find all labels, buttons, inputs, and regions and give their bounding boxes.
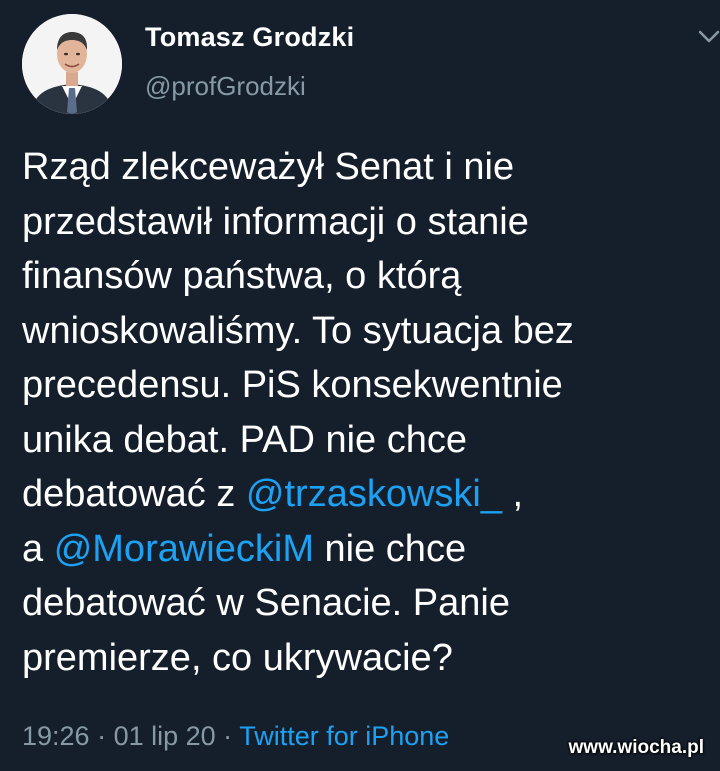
tweet-line: finansów państwa, o którą — [22, 255, 462, 297]
mention-link[interactable]: @MorawieckiM — [54, 528, 314, 570]
tweet-meta: 19:26 · 01 lip 20 · Twitter for iPhone — [22, 721, 449, 752]
tweet-line: unika debat. PAD nie chce — [22, 418, 468, 461]
tweet-source-link[interactable]: Twitter for iPhone — [239, 721, 449, 751]
tweet-line: precedensu. PiS konsekwentnie — [22, 364, 563, 406]
mention-link[interactable]: @trzaskowski_ — [246, 473, 502, 515]
tweet-card: Tomasz Grodzki @profGrodzki Rząd zlekcew… — [0, 0, 720, 771]
profile-photo — [22, 14, 122, 114]
tweet-time[interactable]: 19:26 — [22, 721, 90, 751]
tweet-line: Rząd zlekceważył Senat i nie — [22, 146, 515, 188]
chevron-down-icon[interactable] — [698, 30, 720, 44]
author-name[interactable]: Tomasz Grodzki — [145, 22, 354, 53]
tweet-line: debatować w Senacie. Panie — [22, 582, 510, 624]
tweet-text: Rząd zlekceważył Senat i nie przedstawił… — [22, 140, 712, 685]
tweet-line: a @MorawieckiM nie chce — [22, 522, 712, 577]
tweet-text-fragment: , — [502, 473, 524, 515]
tweet-date[interactable]: 01 lip 20 — [114, 721, 216, 751]
tweet-line: debatować z @trzaskowski_ , — [22, 467, 712, 522]
tweet-text-fragment: debatować z — [22, 473, 246, 515]
tweet-text-fragment: nie chce — [313, 527, 467, 570]
separator: · — [215, 721, 240, 751]
separator: · — [89, 721, 114, 751]
tweet-line: wnioskowaliśmy. To sytuacja bez — [22, 309, 574, 352]
tweet-text-fragment: a — [22, 527, 54, 570]
watermark: www.wiocha.pl — [568, 737, 704, 758]
author-handle[interactable]: @profGrodzki — [145, 71, 306, 102]
tweet-line: przedstawił informacji o stanie — [22, 200, 529, 243]
avatar[interactable] — [22, 14, 122, 114]
tweet-line: premierze, co ukrywacie? — [22, 636, 453, 679]
